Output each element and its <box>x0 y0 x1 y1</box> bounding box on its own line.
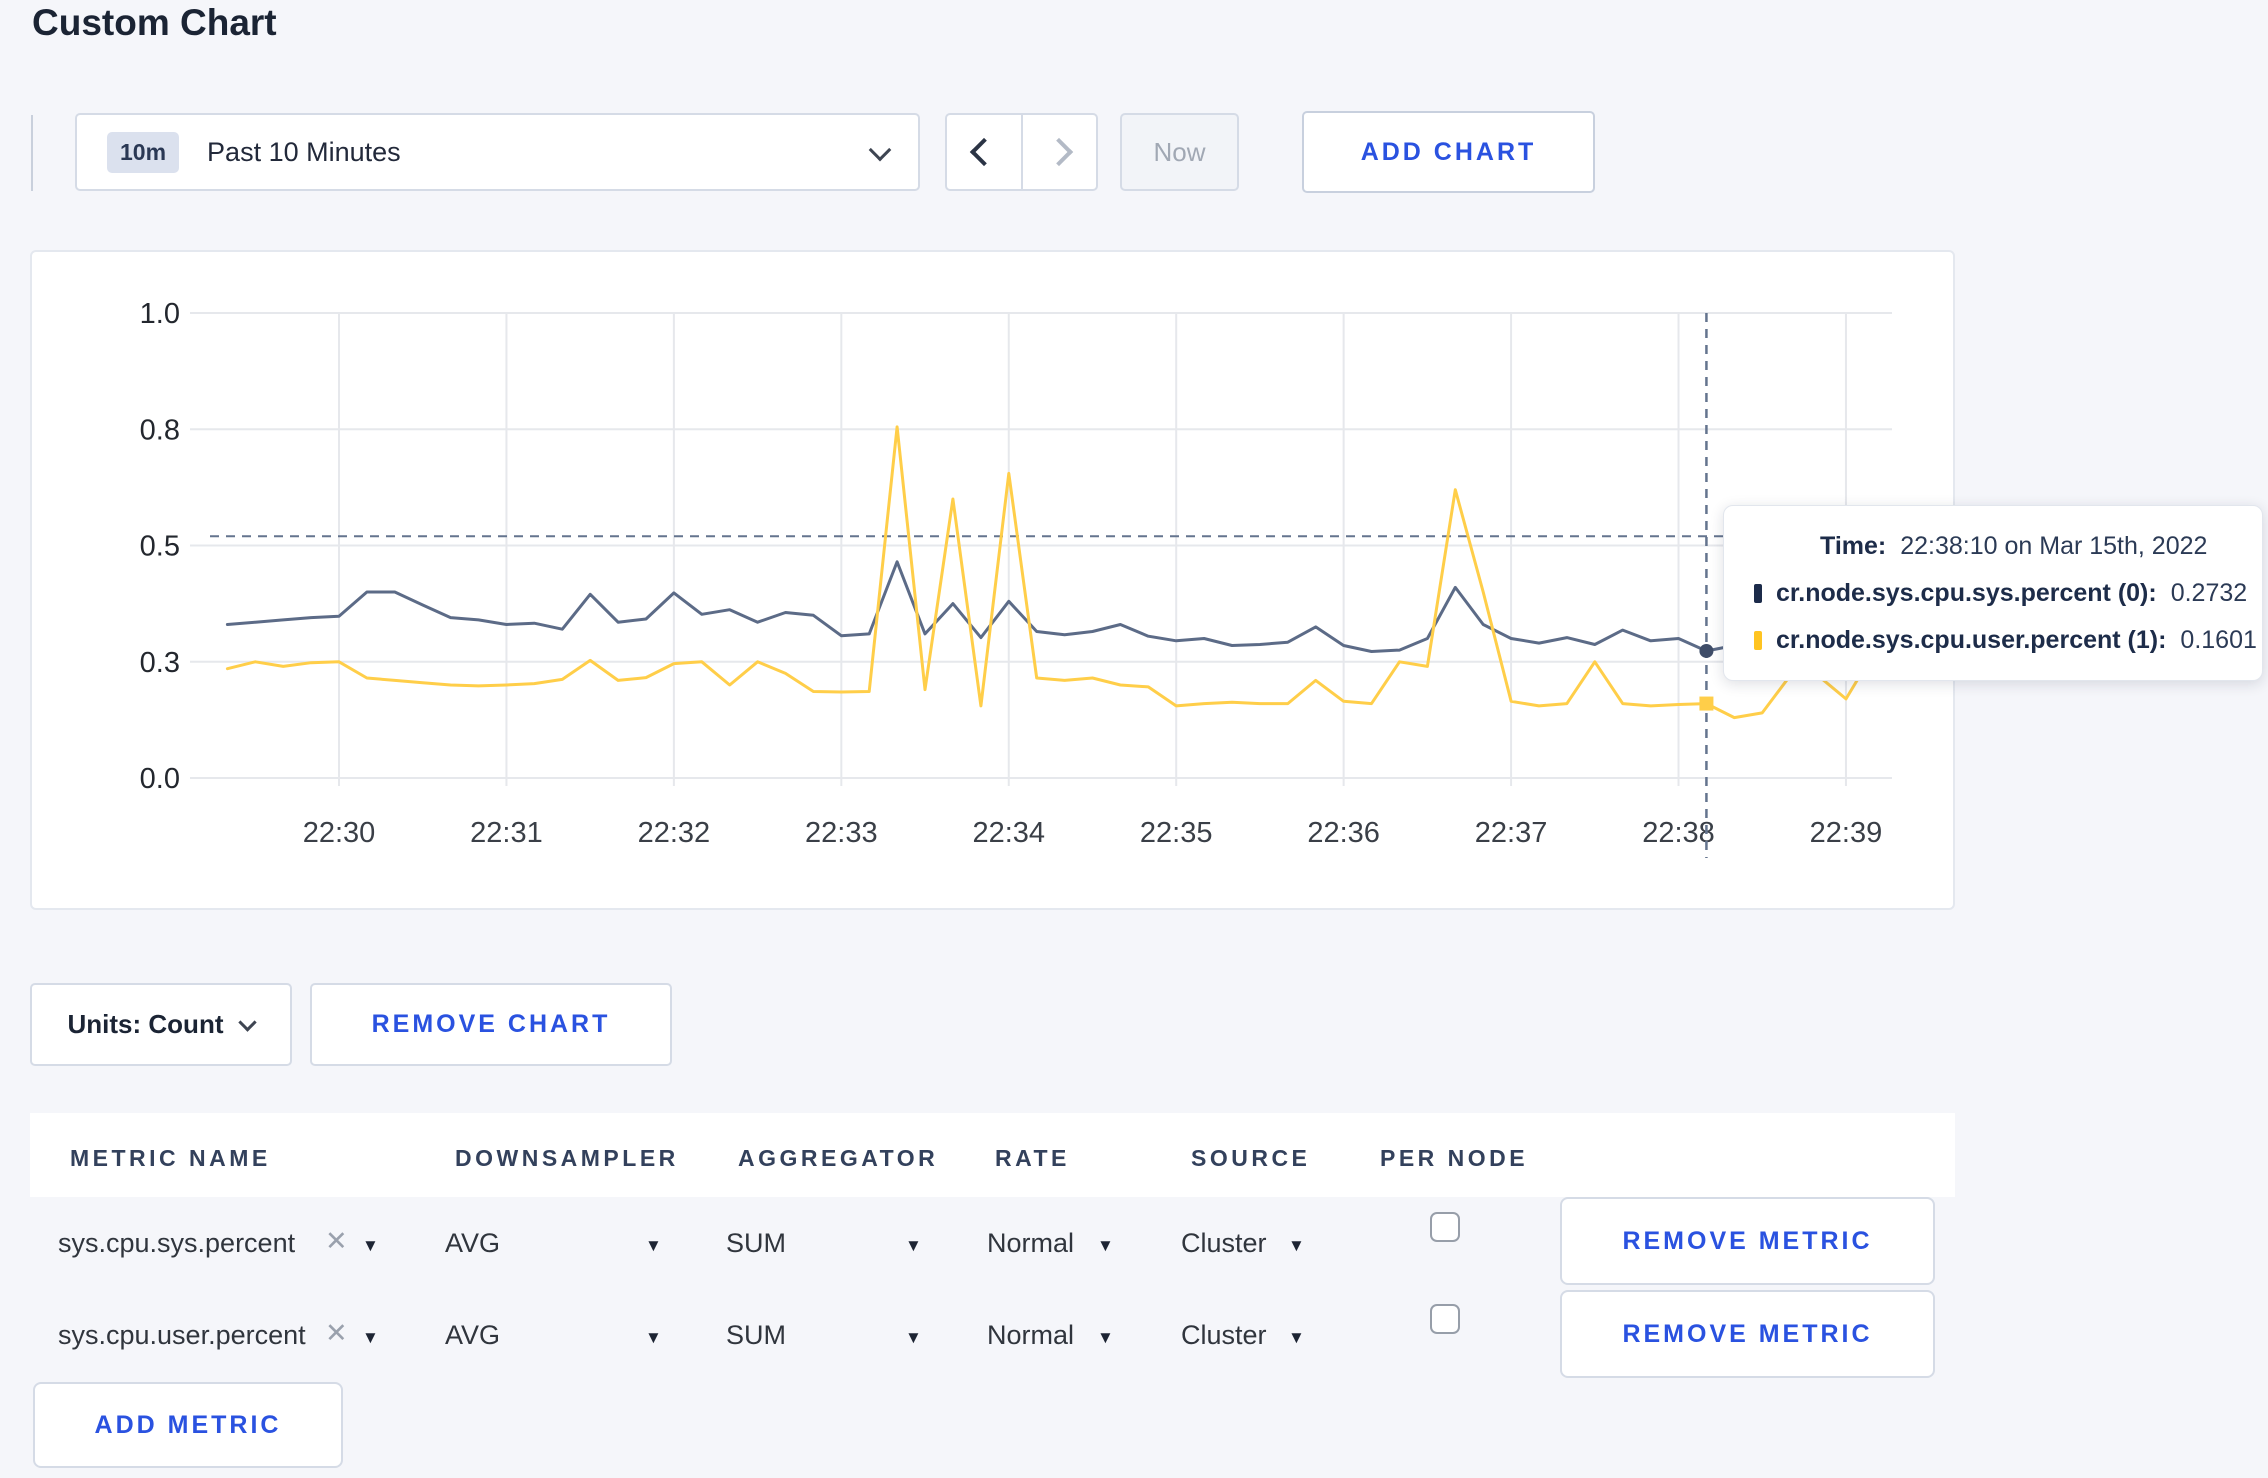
svg-text:22:37: 22:37 <box>1475 817 1548 849</box>
page-title: Custom Chart <box>32 2 277 43</box>
user-series-legend-icon <box>1754 631 1762 650</box>
remove-metric-button[interactable]: REMOVE METRIC <box>1560 1290 1935 1378</box>
source-select[interactable]: Cluster <box>1181 1228 1267 1259</box>
downsampler-select[interactable]: AVG <box>445 1228 500 1259</box>
rate-arrow-icon[interactable]: ▼ <box>1097 1329 1114 1346</box>
svg-text:22:39: 22:39 <box>1810 817 1883 849</box>
remove-chart-button[interactable]: REMOVE CHART <box>310 983 672 1066</box>
aggregator-select[interactable]: SUM <box>726 1228 786 1259</box>
prev-time-button[interactable] <box>947 115 1023 189</box>
chevron-right-icon <box>1045 137 1074 167</box>
chevron-down-icon <box>868 138 892 162</box>
svg-text:0.0: 0.0 <box>140 763 180 795</box>
svg-text:0.5: 0.5 <box>140 531 180 563</box>
time-range-label: Past 10 Minutes <box>207 136 401 167</box>
line-chart[interactable]: 0.0 0.3 0.5 0.8 1.0 22:30 22:31 22:32 22:33 22:34… <box>30 250 1955 910</box>
next-time-button[interactable] <box>1023 115 1097 189</box>
tooltip-sys-name: cr.node.sys.cpu.sys.percent (0): <box>1776 579 2157 607</box>
svg-text:22:36: 22:36 <box>1307 817 1380 849</box>
chevron-down-icon <box>238 1013 258 1032</box>
metric-name-select[interactable]: sys.cpu.sys.percent <box>58 1228 295 1259</box>
metric-name-select[interactable]: sys.cpu.user.percent <box>58 1320 306 1351</box>
col-header-downsampler: DOWNSAMPLER <box>455 1145 679 1171</box>
svg-text:22:35: 22:35 <box>1140 817 1213 849</box>
tooltip-user-value: 0.1601 <box>2180 626 2257 654</box>
rate-arrow-icon[interactable]: ▼ <box>1097 1237 1114 1254</box>
svg-text:22:31: 22:31 <box>470 817 543 849</box>
aggregator-arrow-icon[interactable]: ▼ <box>905 1329 922 1346</box>
col-header-per-node: PER NODE <box>1380 1145 1529 1171</box>
time-range-dropdown[interactable]: 10m Past 10 Minutes <box>75 113 920 191</box>
metric-dropdown-arrow-icon[interactable]: ▼ <box>362 1329 379 1346</box>
rate-select[interactable]: Normal <box>987 1320 1074 1351</box>
tooltip-time-label: Time: <box>1820 532 1887 560</box>
col-header-rate: RATE <box>995 1145 1070 1171</box>
sys-series-legend-icon <box>1754 584 1762 603</box>
svg-text:22:38: 22:38 <box>1642 817 1715 849</box>
per-node-checkbox[interactable] <box>1430 1212 1460 1242</box>
clear-metric-icon[interactable]: ✕ <box>325 1226 348 1257</box>
aggregator-arrow-icon[interactable]: ▼ <box>905 1237 922 1254</box>
units-dropdown[interactable]: Units: Count <box>30 983 292 1066</box>
metric-dropdown-arrow-icon[interactable]: ▼ <box>362 1237 379 1254</box>
rate-select[interactable]: Normal <box>987 1228 1074 1259</box>
remove-metric-button[interactable]: REMOVE METRIC <box>1560 1197 1935 1285</box>
custom-chart-page: Custom Chart 10m Past 10 Minutes Now ADD… <box>0 0 2268 1478</box>
chevron-left-icon <box>969 137 998 167</box>
source-select[interactable]: Cluster <box>1181 1320 1267 1351</box>
col-header-aggregator: AGGREGATOR <box>738 1145 939 1171</box>
metrics-table-header <box>30 1113 1955 1197</box>
add-metric-button[interactable]: ADD METRIC <box>33 1382 343 1468</box>
svg-text:22:33: 22:33 <box>805 817 878 849</box>
source-arrow-icon[interactable]: ▼ <box>1288 1329 1305 1346</box>
svg-text:22:30: 22:30 <box>303 817 376 849</box>
svg-text:1.0: 1.0 <box>140 298 180 330</box>
add-chart-button[interactable]: ADD CHART <box>1302 111 1595 193</box>
chart-hover-tooltip: Time: 22:38:10 on Mar 15th, 2022 cr.node… <box>1723 505 2263 681</box>
tooltip-time-value: 22:38:10 on Mar 15th, 2022 <box>1900 532 2208 560</box>
aggregator-select[interactable]: SUM <box>726 1320 786 1351</box>
tooltip-sys-value: 0.2732 <box>2170 579 2248 607</box>
svg-text:22:32: 22:32 <box>638 817 711 849</box>
clear-metric-icon[interactable]: ✕ <box>325 1318 348 1349</box>
svg-text:0.3: 0.3 <box>140 647 180 679</box>
per-node-checkbox[interactable] <box>1430 1304 1460 1334</box>
toolbar-divider <box>31 115 33 191</box>
downsampler-select[interactable]: AVG <box>445 1320 500 1351</box>
svg-text:22:34: 22:34 <box>972 817 1045 849</box>
col-header-source: SOURCE <box>1191 1145 1311 1171</box>
tooltip-user-name: cr.node.sys.cpu.user.percent (1): <box>1776 626 2167 654</box>
now-button[interactable]: Now <box>1120 113 1239 191</box>
downsampler-arrow-icon[interactable]: ▼ <box>645 1237 662 1254</box>
time-range-badge: 10m <box>107 131 180 173</box>
col-header-metric-name: METRIC NAME <box>70 1145 271 1171</box>
time-step-group <box>945 113 1098 191</box>
units-label: Units: Count <box>67 1009 224 1039</box>
downsampler-arrow-icon[interactable]: ▼ <box>645 1329 662 1346</box>
svg-text:0.8: 0.8 <box>140 414 180 446</box>
source-arrow-icon[interactable]: ▼ <box>1288 1237 1305 1254</box>
